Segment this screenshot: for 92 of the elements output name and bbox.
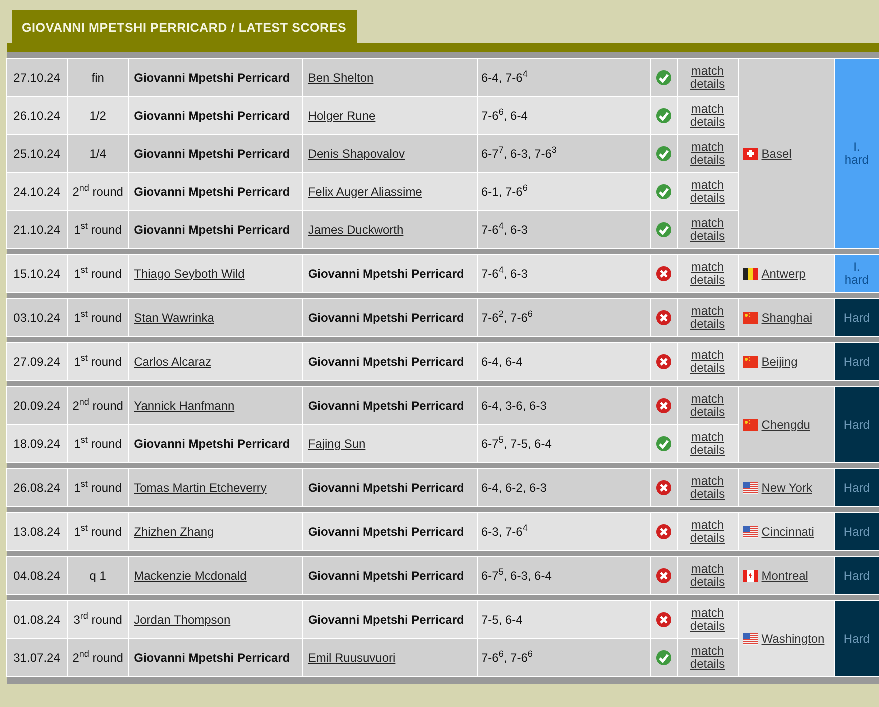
date-cell: 26.10.24 [7, 97, 68, 134]
flag-icon [742, 268, 758, 280]
score-cell: 6-7$^{5}$, 6-3, 6-4 [478, 557, 650, 594]
player-name: Giovanni Mpetshi Perricard [129, 425, 302, 462]
flag-icon [742, 312, 758, 324]
player-name: Giovanni Mpetshi Perricard [303, 387, 476, 424]
date-cell: 18.09.24 [7, 425, 68, 462]
round-cell: q 1 [68, 557, 128, 594]
score-cell: 7-6$^{4}$, 6-3 [478, 255, 650, 292]
player-name: Giovanni Mpetshi Perricard [129, 97, 302, 134]
score-cell: 6-7$^{7}$, 6-3, 7-6$^{3}$ [478, 135, 650, 172]
round-cell: 1$^{st}$ round [68, 513, 128, 550]
surface-cell: I. hard [834, 59, 879, 248]
player-name: Giovanni Mpetshi Perricard [303, 513, 476, 550]
score-cell: 7-6$^{2}$, 7-6$^{6}$ [478, 299, 650, 336]
round-cell: 1$^{st}$ round [68, 211, 128, 248]
round-cell: 2$^{nd}$ round [68, 387, 128, 424]
player-name: Giovanni Mpetshi Perricard [129, 135, 302, 172]
player-name: Giovanni Mpetshi Perricard [129, 59, 302, 96]
round-cell: 2$^{nd}$ round [68, 173, 128, 210]
player-name: Giovanni Mpetshi Perricard [129, 639, 302, 676]
player-name: Giovanni Mpetshi Perricard [303, 557, 476, 594]
date-cell: 25.10.24 [7, 135, 68, 172]
surface-cell: Hard [834, 557, 879, 594]
date-cell: 27.10.24 [7, 59, 68, 96]
date-cell: 27.09.24 [7, 343, 68, 380]
page-title: GIOVANNI MPETSHI PERRICARD / LATEST SCORES [12, 10, 357, 43]
player-name: Giovanni Mpetshi Perricard [303, 343, 476, 380]
date-cell: 04.08.24 [7, 557, 68, 594]
round-cell: 1$^{st}$ round [68, 469, 128, 506]
round-cell: 1$^{st}$ round [68, 299, 128, 336]
surface-cell: I. hard [834, 255, 879, 292]
round-cell: 1/4 [68, 135, 128, 172]
player-link[interactable]: Holger Rune [308, 108, 376, 122]
tournament-link[interactable]: Beijing [762, 354, 798, 368]
score-cell: 6-4, 7-6$^{4}$ [478, 59, 650, 96]
flag-icon [742, 632, 758, 644]
player-link[interactable]: Ben Shelton [308, 70, 374, 84]
round-cell: 1$^{st}$ round [68, 343, 128, 380]
player-name: Giovanni Mpetshi Perricard [129, 173, 302, 210]
date-cell: 01.08.24 [7, 601, 68, 638]
date-cell: 20.09.24 [7, 387, 68, 424]
score-cell: 7-6$^{4}$, 6-3 [478, 211, 650, 248]
player-link[interactable]: Fajing Sun [308, 436, 366, 450]
surface-cell: Hard [834, 601, 879, 676]
flag-icon [742, 570, 758, 582]
score-cell: 7-6$^{6}$, 7-6$^{6}$ [478, 639, 650, 676]
round-cell: 1/2 [68, 97, 128, 134]
date-cell: 03.10.24 [7, 299, 68, 336]
surface-cell: Hard [834, 469, 879, 506]
player-link[interactable]: Emil Ruusuvuori [308, 650, 396, 664]
flag-icon [742, 482, 758, 494]
flag-icon [742, 526, 758, 538]
score-cell: 6-4, 3-6, 6-3 [478, 387, 650, 424]
date-cell: 21.10.24 [7, 211, 68, 248]
score-cell: 6-4, 6-2, 6-3 [478, 469, 650, 506]
surface-cell: Hard [834, 513, 879, 550]
flag-icon [742, 418, 758, 430]
score-cell: 6-4, 6-4 [478, 343, 650, 380]
player-name: Giovanni Mpetshi Perricard [129, 211, 302, 248]
round-cell: 1$^{st}$ round [68, 255, 128, 292]
surface-cell: Hard [834, 387, 879, 462]
flag-icon [742, 356, 758, 368]
date-cell: 24.10.24 [7, 173, 68, 210]
tournament-link[interactable]: Basel [762, 146, 792, 160]
player-link[interactable]: Stan Wawrinka [134, 310, 214, 324]
tournament-link[interactable]: Washington [762, 632, 825, 646]
date-cell: 15.10.24 [7, 255, 68, 292]
score-cell: 6-3, 7-6$^{4}$ [478, 513, 650, 550]
tournament-link[interactable]: Chengdu [762, 418, 810, 432]
player-name: Giovanni Mpetshi Perricard [303, 601, 476, 638]
tournament-link[interactable]: Antwerp [762, 266, 806, 280]
player-name: Giovanni Mpetshi Perricard [303, 469, 476, 506]
score-cell: 6-1, 7-6$^{6}$ [478, 173, 650, 210]
date-cell: 26.08.24 [7, 469, 68, 506]
round-cell: 2$^{nd}$ round [68, 639, 128, 676]
surface-cell: Hard [834, 299, 879, 336]
round-cell: 1$^{st}$ round [68, 425, 128, 462]
player-name: Giovanni Mpetshi Perricard [303, 299, 476, 336]
player-link[interactable]: Zhizhen Zhang [134, 524, 214, 538]
surface-cell: Hard [834, 343, 879, 380]
score-cell: 7-5, 6-4 [478, 601, 650, 638]
score-cell: 7-6$^{6}$, 6-4 [478, 97, 650, 134]
round-cell: 3$^{rd}$ round [68, 601, 128, 638]
player-name: Giovanni Mpetshi Perricard [303, 255, 476, 292]
score-cell: 6-7$^{5}$, 7-5, 6-4 [478, 425, 650, 462]
date-cell: 31.07.24 [7, 639, 68, 676]
tournament-link[interactable]: Montreal [762, 568, 808, 582]
player-link[interactable]: Carlos Alcaraz [134, 354, 212, 368]
date-cell: 13.08.24 [7, 513, 68, 550]
round-cell: fin [68, 59, 128, 96]
flag-icon [742, 148, 758, 160]
